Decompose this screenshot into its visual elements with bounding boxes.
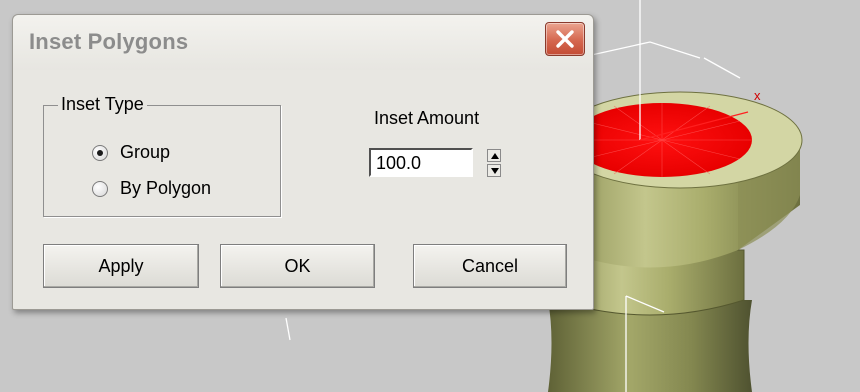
dialog-title: Inset Polygons (29, 29, 189, 54)
ok-button[interactable]: OK (220, 244, 375, 288)
spinner-up-button[interactable] (487, 149, 501, 162)
inset-polygons-dialog: Inset Polygons Inset Type Group By Polyg… (12, 14, 594, 310)
cancel-button[interactable]: Cancel (413, 244, 567, 288)
inset-type-label: Inset Type (58, 94, 147, 115)
spinner-down-button[interactable] (487, 164, 501, 177)
close-button[interactable] (545, 22, 585, 56)
inset-amount-input[interactable]: 100.0 (369, 148, 473, 177)
inset-amount-label: Inset Amount (374, 108, 480, 128)
3d-viewport[interactable]: x Inset Polygons Inset Type Group By Pol… (0, 0, 860, 392)
arrow-up-icon (491, 153, 499, 159)
radio-group[interactable]: Group (92, 142, 170, 163)
arrow-down-icon (491, 168, 499, 174)
inset-type-group: Inset Type Group By Polygon (43, 94, 281, 217)
apply-button[interactable]: Apply (43, 244, 199, 288)
radio-by-polygon-indicator[interactable] (92, 180, 108, 197)
radio-group-label[interactable]: Group (120, 142, 170, 163)
radio-by-polygon[interactable]: By Polygon (92, 178, 211, 199)
inset-amount-spinner[interactable] (487, 149, 501, 177)
radio-by-polygon-label[interactable]: By Polygon (120, 178, 211, 199)
radio-group-indicator[interactable] (92, 144, 108, 161)
axis-x-label: x (754, 88, 761, 103)
dialog-titlebar[interactable]: Inset Polygons (13, 15, 593, 70)
close-x-icon (556, 30, 574, 48)
